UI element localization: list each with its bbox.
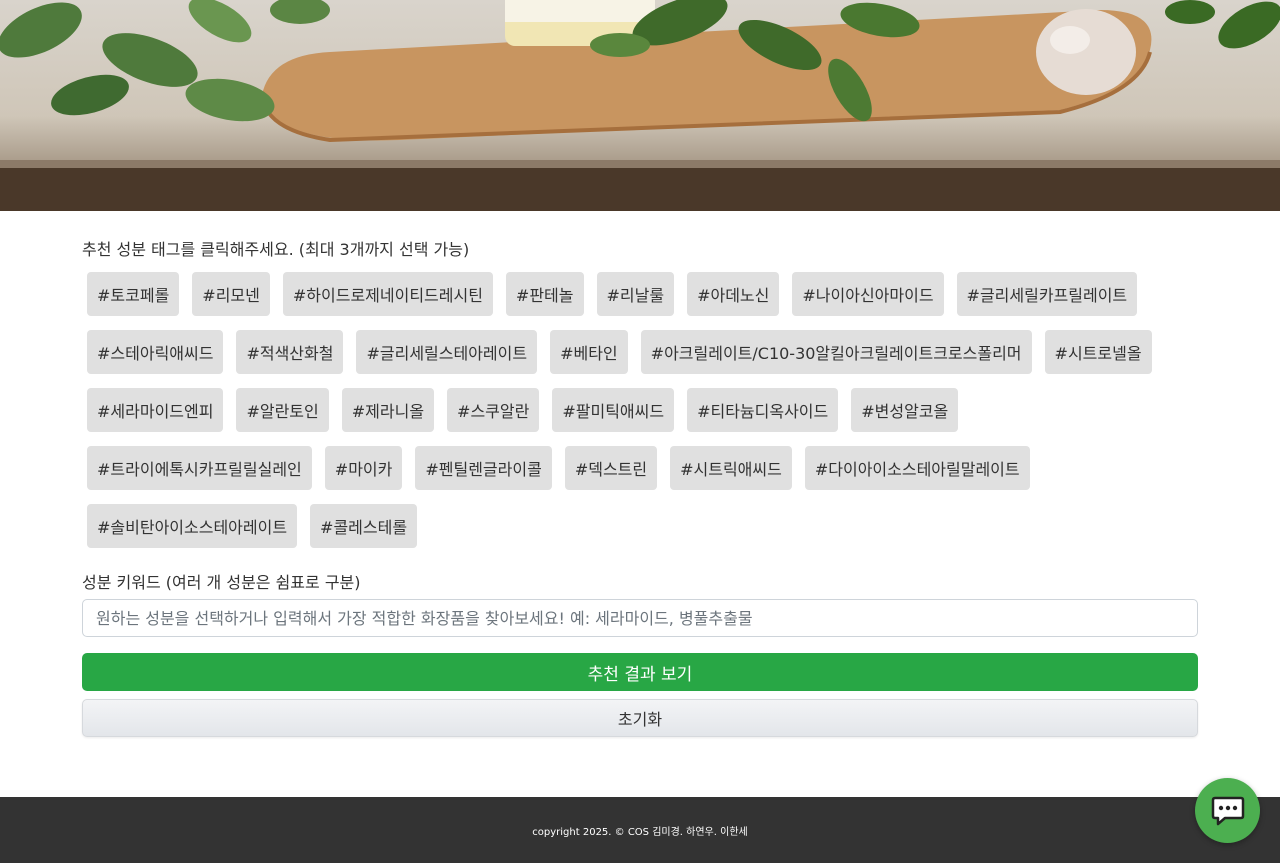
ingredient-tag[interactable]: #글리세릴스테아레이트 <box>356 330 538 374</box>
tag-instruction: 추천 성분 태그를 클릭해주세요. (최대 3개까지 선택 가능) <box>82 240 470 259</box>
ingredient-tag[interactable]: #트라이에톡시카프릴릴실레인 <box>87 446 312 490</box>
ingredient-tag[interactable]: #변성알코올 <box>851 388 959 432</box>
ingredient-tag[interactable]: #글리세릴카프릴레이트 <box>956 272 1138 316</box>
ingredient-tag[interactable]: #펜틸렌글라이콜 <box>415 446 552 490</box>
ingredient-tag[interactable]: #제라니올 <box>341 388 435 432</box>
ingredient-tag[interactable]: #알란토인 <box>236 388 329 432</box>
ingredient-tag[interactable]: #스테아릭애씨드 <box>87 330 224 374</box>
ingredient-tag[interactable]: #하이드로제네이티드레시틴 <box>282 272 493 316</box>
ingredient-tag[interactable]: #적색산화철 <box>236 330 344 374</box>
keyword-input[interactable] <box>82 599 1198 637</box>
tag-list: #토코페롤 #리모넨 #하이드로제네이티드레시틴 #판테놀 #리날룰 #아데노신 #나이아신… <box>82 268 1198 558</box>
ingredient-tag[interactable]: #리날룰 <box>596 272 675 316</box>
ingredient-tag[interactable]: #토코페롤 <box>87 272 180 316</box>
submit-button[interactable]: 추천 결과 보기 <box>82 653 1198 691</box>
chat-button[interactable] <box>1195 778 1260 843</box>
keyword-label: 성분 키워드 (여러 개 성분은 쉼표로 구분) <box>82 573 361 592</box>
hero-illustration <box>0 0 1280 211</box>
ingredient-tag[interactable]: #시트로넬올 <box>1044 330 1152 374</box>
reset-button[interactable]: 초기화 <box>82 699 1198 737</box>
ingredient-tag[interactable]: #콜레스테롤 <box>310 504 418 548</box>
copyright-text: copyright 2025. © COS 김미경. 하연우. 이한세 <box>532 826 748 838</box>
ingredient-tag[interactable]: #시트릭애씨드 <box>670 446 792 490</box>
ingredient-tag[interactable]: #티타늄디옥사이드 <box>687 388 839 432</box>
ingredient-tag[interactable]: #아크릴레이트/C10-30알킬아크릴레이트크로스폴리머 <box>640 330 1032 374</box>
ingredient-tag[interactable]: #판테놀 <box>505 272 584 316</box>
ingredient-tag[interactable]: #팔미틱애씨드 <box>552 388 675 432</box>
ingredient-tag[interactable]: #마이카 <box>324 446 403 490</box>
ingredient-tag[interactable]: #아데노신 <box>687 272 780 316</box>
ingredient-tag[interactable]: #리모넨 <box>192 272 270 316</box>
ingredient-tag[interactable]: #솔비탄아이소스테아레이트 <box>87 504 298 548</box>
ingredient-tag[interactable]: #나이아신아마이드 <box>792 272 944 316</box>
ingredient-tag[interactable]: #덱스트린 <box>564 446 658 490</box>
ingredient-tag[interactable]: #다이아이소스테아릴말레이트 <box>804 446 1030 490</box>
ingredient-tag[interactable]: #스쿠알란 <box>447 388 540 432</box>
ingredient-tag[interactable]: #베타인 <box>550 330 628 374</box>
footer: copyright 2025. © COS 김미경. 하연우. 이한세 <box>0 797 1280 863</box>
hero-image <box>0 0 1280 211</box>
chat-bubble-icon <box>1211 796 1244 825</box>
ingredient-tag[interactable]: #세라마이드엔피 <box>87 388 224 432</box>
